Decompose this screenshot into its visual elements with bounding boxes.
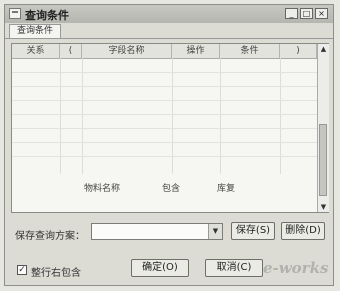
grid-line bbox=[12, 114, 317, 115]
cancel-button[interactable]: 取消(C) bbox=[205, 259, 263, 277]
scheme-select[interactable]: ▼ bbox=[91, 223, 223, 240]
scroll-thumb[interactable] bbox=[319, 124, 327, 196]
grid-header: 关系 ( 字段名称 操作 条件 ) bbox=[12, 44, 317, 59]
delete-button-label: 删除(D) bbox=[285, 225, 321, 236]
scroll-down-icon[interactable]: ▼ bbox=[318, 202, 329, 212]
query-dialog: 查询条件 _ □ × 查询条件 关系 ( 字段名称 操作 条件 ) 物料名称 包… bbox=[4, 4, 334, 286]
col-field-name[interactable]: 字段名称 bbox=[82, 44, 172, 58]
col-operation[interactable]: 操作 bbox=[172, 44, 220, 58]
save-scheme-label: 保存查询方案： bbox=[15, 231, 85, 242]
save-button[interactable]: 保存(S) bbox=[231, 222, 275, 240]
cancel-button-label: 取消(C) bbox=[216, 262, 252, 273]
row-field-name[interactable]: 物料名称 bbox=[84, 181, 120, 194]
grid-line bbox=[12, 100, 317, 101]
grid-scrollbar[interactable]: ▲ ▼ bbox=[317, 44, 329, 212]
col-open-paren[interactable]: ( bbox=[60, 44, 82, 58]
title-bar: 查询条件 _ □ × bbox=[5, 5, 333, 23]
row-operation[interactable]: 包含 bbox=[162, 181, 180, 194]
col-close-paren[interactable]: ) bbox=[280, 44, 317, 58]
condition-grid[interactable]: 关系 ( 字段名称 操作 条件 ) 物料名称 包含 库复 ▲ ▼ bbox=[11, 43, 329, 213]
grid-line bbox=[12, 72, 317, 73]
maximize-button[interactable]: □ bbox=[300, 8, 313, 19]
col-condition[interactable]: 条件 bbox=[220, 44, 280, 58]
delete-button[interactable]: 删除(D) bbox=[281, 222, 325, 240]
close-button[interactable]: × bbox=[315, 8, 328, 19]
grid-line bbox=[12, 86, 317, 87]
watermark-logo: e-works bbox=[263, 259, 329, 277]
include-checkbox[interactable]: ✓ bbox=[17, 265, 27, 275]
scroll-up-icon[interactable]: ▲ bbox=[318, 44, 329, 54]
save-button-label: 保存(S) bbox=[235, 225, 271, 236]
window-title: 查询条件 bbox=[25, 9, 69, 22]
minimize-button[interactable]: _ bbox=[285, 8, 298, 19]
tab-strip: 查询条件 bbox=[5, 23, 333, 39]
include-checkbox-label: 整行右包含 bbox=[31, 268, 81, 279]
tab-query-conditions[interactable]: 查询条件 bbox=[9, 24, 61, 38]
grid-line bbox=[12, 156, 317, 157]
grid-line bbox=[12, 142, 317, 143]
col-relation[interactable]: 关系 bbox=[12, 44, 60, 58]
ok-button[interactable]: 确定(O) bbox=[131, 259, 189, 277]
window-icon bbox=[9, 8, 21, 19]
ok-button-label: 确定(O) bbox=[142, 262, 178, 273]
dropdown-arrow-icon[interactable]: ▼ bbox=[208, 224, 222, 239]
grid-line bbox=[12, 128, 317, 129]
row-condition[interactable]: 库复 bbox=[217, 181, 235, 194]
